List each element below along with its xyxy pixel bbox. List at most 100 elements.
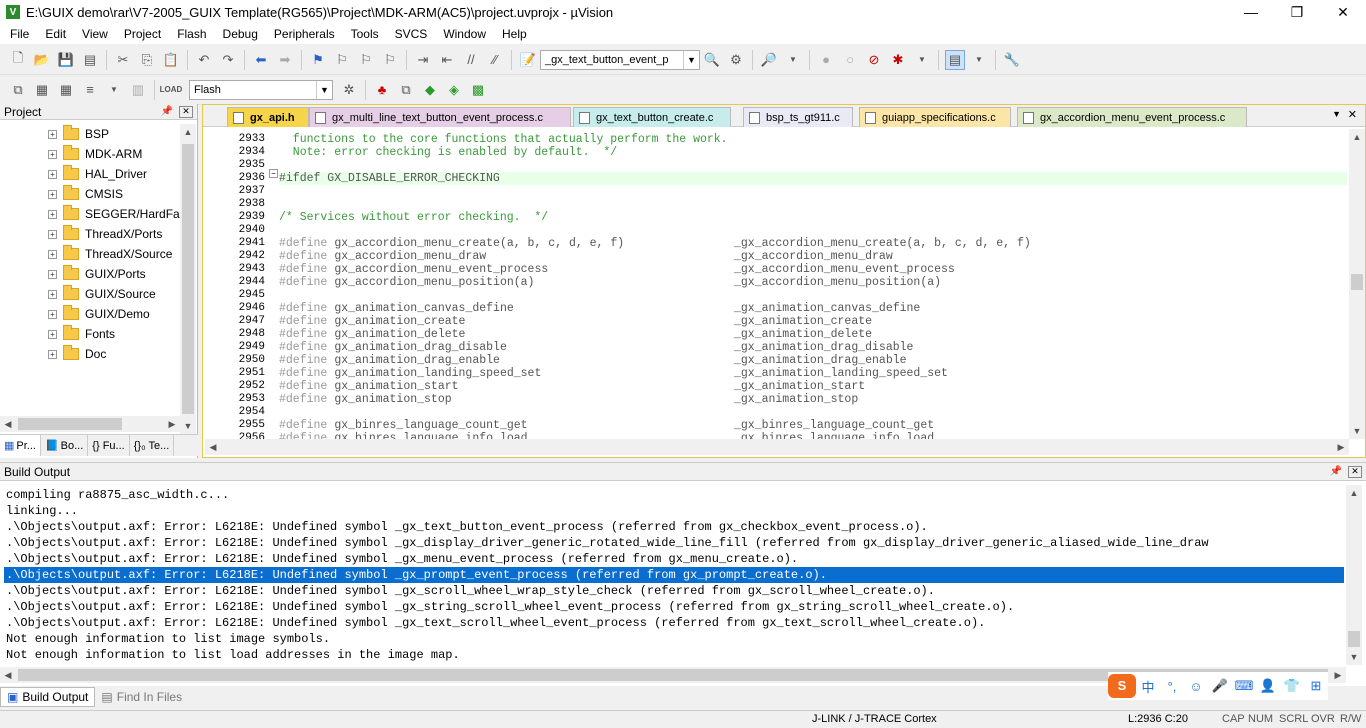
find-icon[interactable]: 🔍: [702, 50, 722, 70]
microphone-icon[interactable]: 🎤: [1208, 678, 1232, 694]
menu-svcs[interactable]: SVCS: [387, 27, 436, 41]
tab-find-in-files[interactable]: ▤ Find In Files: [95, 687, 188, 707]
kill-breakpoints-icon[interactable]: ✱: [888, 50, 908, 70]
window-layout-icon[interactable]: ▤: [945, 49, 965, 70]
project-tree-folder[interactable]: + MDK-ARM: [48, 144, 142, 164]
expand-icon[interactable]: +: [48, 289, 57, 299]
open-file-icon[interactable]: 📂: [32, 50, 52, 70]
configure-wrench-icon[interactable]: 🔧: [1002, 50, 1022, 70]
skin-icon[interactable]: 👕: [1280, 678, 1304, 694]
uncomment-icon[interactable]: ∕∕: [485, 50, 505, 70]
rebuild-icon[interactable]: ▦: [56, 80, 76, 100]
user-icon[interactable]: 👤: [1256, 678, 1280, 694]
debug-session-icon[interactable]: 🔎: [759, 50, 779, 70]
build-output-line[interactable]: Not enough information to list load addr…: [6, 647, 460, 663]
load-download-icon[interactable]: LOAD: [160, 80, 183, 100]
disable-breakpoint-icon[interactable]: ○: [840, 50, 860, 70]
chevron-down-icon[interactable]: ▼: [104, 80, 124, 100]
tab-templates[interactable]: {}₀ Te...: [130, 435, 175, 456]
runtime-environment-icon[interactable]: ◈: [444, 80, 464, 100]
chinese-mode-icon[interactable]: 中: [1136, 677, 1160, 696]
project-tree-folder[interactable]: + ThreadX/Ports: [48, 224, 162, 244]
project-tree-folder[interactable]: + CMSIS: [48, 184, 123, 204]
toolbox-icon[interactable]: ⊞: [1304, 678, 1328, 694]
tab-bsp-ts-gt911[interactable]: bsp_ts_gt911.c: [743, 107, 853, 127]
pin-icon[interactable]: 📌: [161, 106, 173, 117]
project-tree-folder[interactable]: + GUIX/Source: [48, 284, 156, 304]
incremental-find-icon[interactable]: ⚙: [726, 50, 746, 70]
tab-list-chevron-icon[interactable]: ▼: [1332, 109, 1341, 119]
sogou-ime-logo-icon[interactable]: S: [1108, 674, 1136, 698]
menu-peripherals[interactable]: Peripherals: [266, 27, 343, 41]
minimize-button[interactable]: —: [1228, 0, 1274, 24]
tab-guiapp-specifications[interactable]: guiapp_specifications.c: [859, 107, 1011, 127]
project-vertical-scrollbar[interactable]: ▲ ▼: [180, 124, 196, 434]
menu-help[interactable]: Help: [494, 27, 535, 41]
scroll-down-icon[interactable]: ▼: [180, 418, 196, 434]
tab-project[interactable]: ▦ Pr...: [0, 435, 41, 456]
build-output-line[interactable]: .\Objects\output.axf: Error: L6218E: Und…: [6, 535, 1209, 551]
editor-vertical-scrollbar[interactable]: ▲ ▼: [1349, 129, 1365, 439]
save-icon[interactable]: 💾: [56, 50, 76, 70]
chevron-down-icon[interactable]: ▼: [969, 50, 989, 70]
scroll-up-icon[interactable]: ▲: [180, 124, 196, 140]
scroll-thumb[interactable]: [1348, 631, 1360, 647]
maximize-button[interactable]: ❐: [1274, 0, 1320, 24]
build-icon[interactable]: ▦: [32, 80, 52, 100]
navigate-back-icon[interactable]: ⬅: [251, 50, 271, 70]
expand-icon[interactable]: +: [48, 129, 57, 139]
bookmark-icon[interactable]: ⚑: [308, 50, 328, 70]
paste-icon[interactable]: 📋: [161, 50, 181, 70]
find-combo[interactable]: _gx_text_button_event_p ▼: [540, 49, 700, 70]
scroll-down-icon[interactable]: ▼: [1349, 423, 1365, 439]
build-output-line[interactable]: .\Objects\output.axf: Error: L6218E: Und…: [6, 583, 935, 599]
expand-icon[interactable]: +: [48, 269, 57, 279]
scroll-down-icon[interactable]: ▼: [1346, 649, 1362, 665]
manage-components-icon[interactable]: ♣: [372, 80, 392, 100]
emoji-icon[interactable]: ☺: [1184, 679, 1208, 694]
expand-icon[interactable]: +: [48, 149, 57, 159]
menu-project[interactable]: Project: [116, 27, 169, 41]
expand-icon[interactable]: +: [48, 309, 57, 319]
code-area[interactable]: functions to the core functions that act…: [279, 129, 1347, 439]
scroll-up-icon[interactable]: ▲: [1349, 129, 1365, 145]
keyboard-icon[interactable]: ⌨: [1232, 678, 1256, 694]
project-tree-folder[interactable]: + SEGGER/HardFau: [48, 204, 186, 224]
undo-icon[interactable]: ↶: [194, 50, 214, 70]
clear-bookmarks-icon[interactable]: ⚐: [380, 50, 400, 70]
expand-icon[interactable]: +: [48, 169, 57, 179]
collapse-marker-icon[interactable]: −: [269, 169, 278, 178]
chevron-down-icon[interactable]: ▼: [316, 80, 332, 99]
chevron-down-icon[interactable]: ▼: [683, 50, 699, 69]
build-output-line[interactable]: Not enough information to list image sym…: [6, 631, 330, 647]
scroll-left-icon[interactable]: ◀: [205, 439, 221, 455]
menu-flash[interactable]: Flash: [169, 27, 214, 41]
scroll-right-icon[interactable]: ▶: [164, 416, 180, 432]
menu-edit[interactable]: Edit: [37, 27, 74, 41]
tab-text-button-create[interactable]: gx_text_button_create.c: [573, 107, 731, 127]
disable-all-breakpoints-icon[interactable]: ⊘: [864, 50, 884, 70]
redo-icon[interactable]: ↷: [218, 50, 238, 70]
menu-file[interactable]: File: [2, 27, 37, 41]
build-output-line[interactable]: .\Objects\output.axf: Error: L6218E: Und…: [6, 551, 798, 567]
expand-icon[interactable]: +: [48, 249, 57, 259]
build-output-line[interactable]: .\Objects\output.axf: Error: L6218E: Und…: [6, 615, 985, 631]
new-file-icon[interactable]: 🗋: [8, 50, 28, 70]
punctuation-icon[interactable]: °,: [1160, 679, 1184, 694]
copy-icon[interactable]: ⎘: [137, 50, 157, 70]
build-output-line-selected[interactable]: .\Objects\output.axf: Error: L6218E: Und…: [4, 567, 1344, 583]
navigate-forward-icon[interactable]: ➡: [275, 50, 295, 70]
pin-icon[interactable]: 📌: [1330, 466, 1342, 477]
project-tree-folder[interactable]: + GUIX/Ports: [48, 264, 146, 284]
project-tree-folder[interactable]: + GUIX/Demo: [48, 304, 150, 324]
close-icon[interactable]: ✕: [179, 105, 193, 118]
build-vertical-scrollbar[interactable]: ▲ ▼: [1346, 485, 1362, 665]
tab-functions[interactable]: {} Fu...: [88, 435, 130, 456]
tab-books[interactable]: 📘 Bo...: [41, 435, 89, 456]
expand-icon[interactable]: +: [48, 209, 57, 219]
expand-icon[interactable]: +: [48, 189, 57, 199]
chevron-down-icon[interactable]: ▼: [783, 50, 803, 70]
build-output-line[interactable]: .\Objects\output.axf: Error: L6218E: Und…: [6, 599, 1014, 615]
project-tree-folder[interactable]: + ThreadX/Source: [48, 244, 172, 264]
menu-window[interactable]: Window: [435, 27, 494, 41]
